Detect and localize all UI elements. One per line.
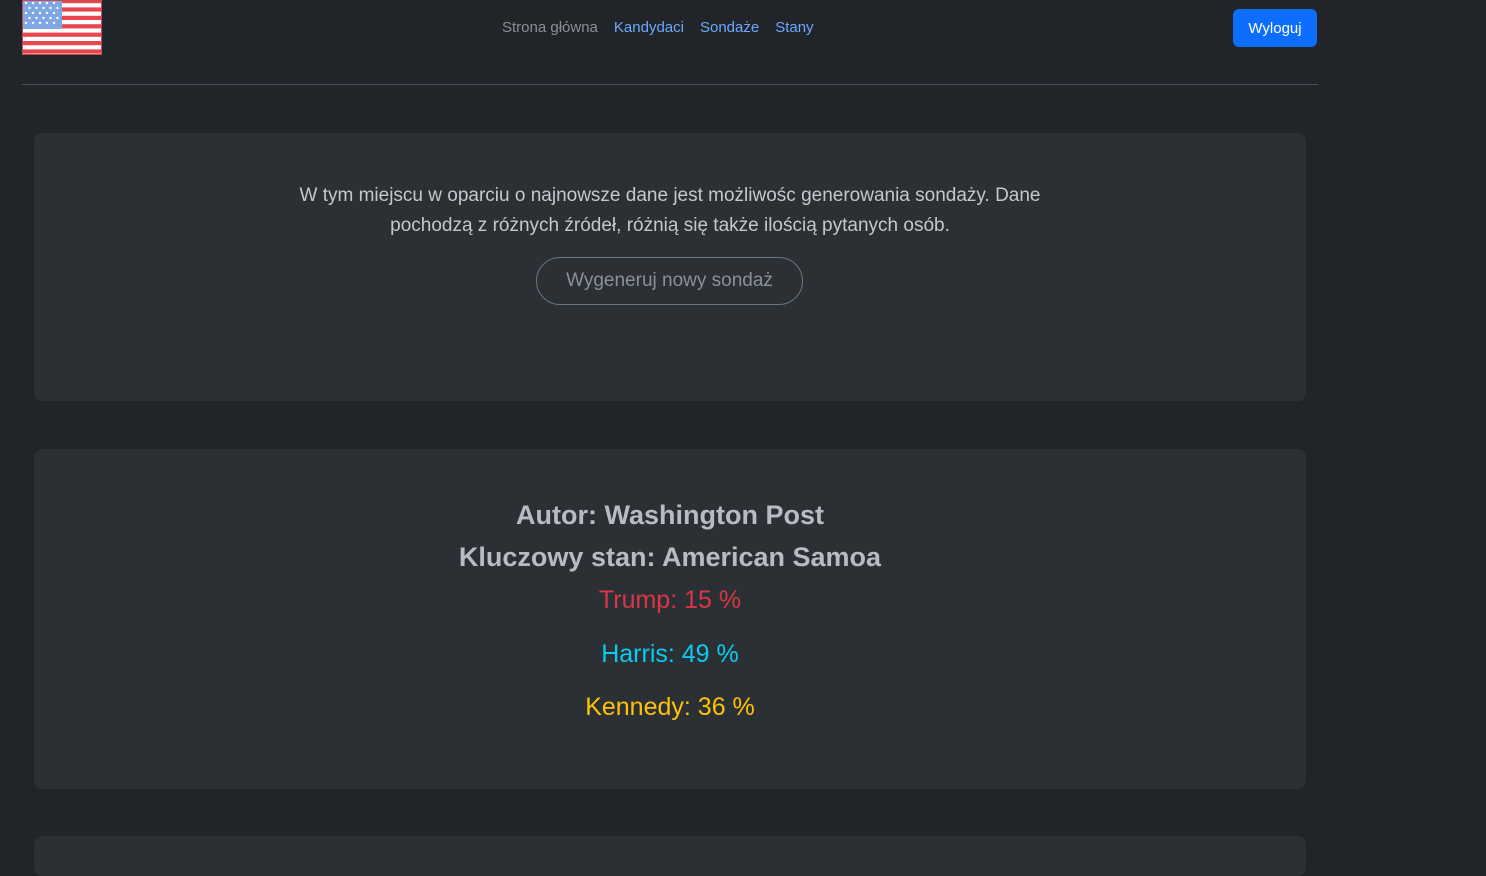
nav-item-candidates[interactable]: Kandydaci <box>614 18 684 38</box>
intro-card: W tym miejscu w oparciu o najnowsze dane… <box>34 133 1306 401</box>
nav-item-states[interactable]: Stany <box>775 18 813 38</box>
poll-author: Autor: Washington Post <box>516 500 824 530</box>
poll-card: Autor: Washington Post Kluczowy stan: Am… <box>34 449 1306 789</box>
logout-button[interactable]: Wyloguj <box>1233 9 1317 47</box>
result-harris: Harris: 49 % <box>601 640 739 668</box>
result-kennedy: Kennedy: 36 % <box>585 693 755 721</box>
nav-item-polls[interactable]: Sondaże <box>700 18 759 38</box>
generate-poll-button[interactable]: Wygeneruj nowy sondaż <box>536 257 803 305</box>
main-nav: Strona główna Kandydaci Sondaże Stany <box>502 18 814 38</box>
poll-card-next <box>34 836 1306 876</box>
site-header: Strona główna Kandydaci Sondaże Stany Wy… <box>22 0 1318 85</box>
nav-item-home[interactable]: Strona główna <box>502 18 598 38</box>
result-trump: Trump: 15 % <box>598 586 742 614</box>
intro-text: W tym miejscu w oparciu o najnowsze dane… <box>299 185 1041 236</box>
poll-key-state: Kluczowy stan: American Samoa <box>458 542 882 572</box>
us-flag-icon[interactable] <box>22 0 102 55</box>
